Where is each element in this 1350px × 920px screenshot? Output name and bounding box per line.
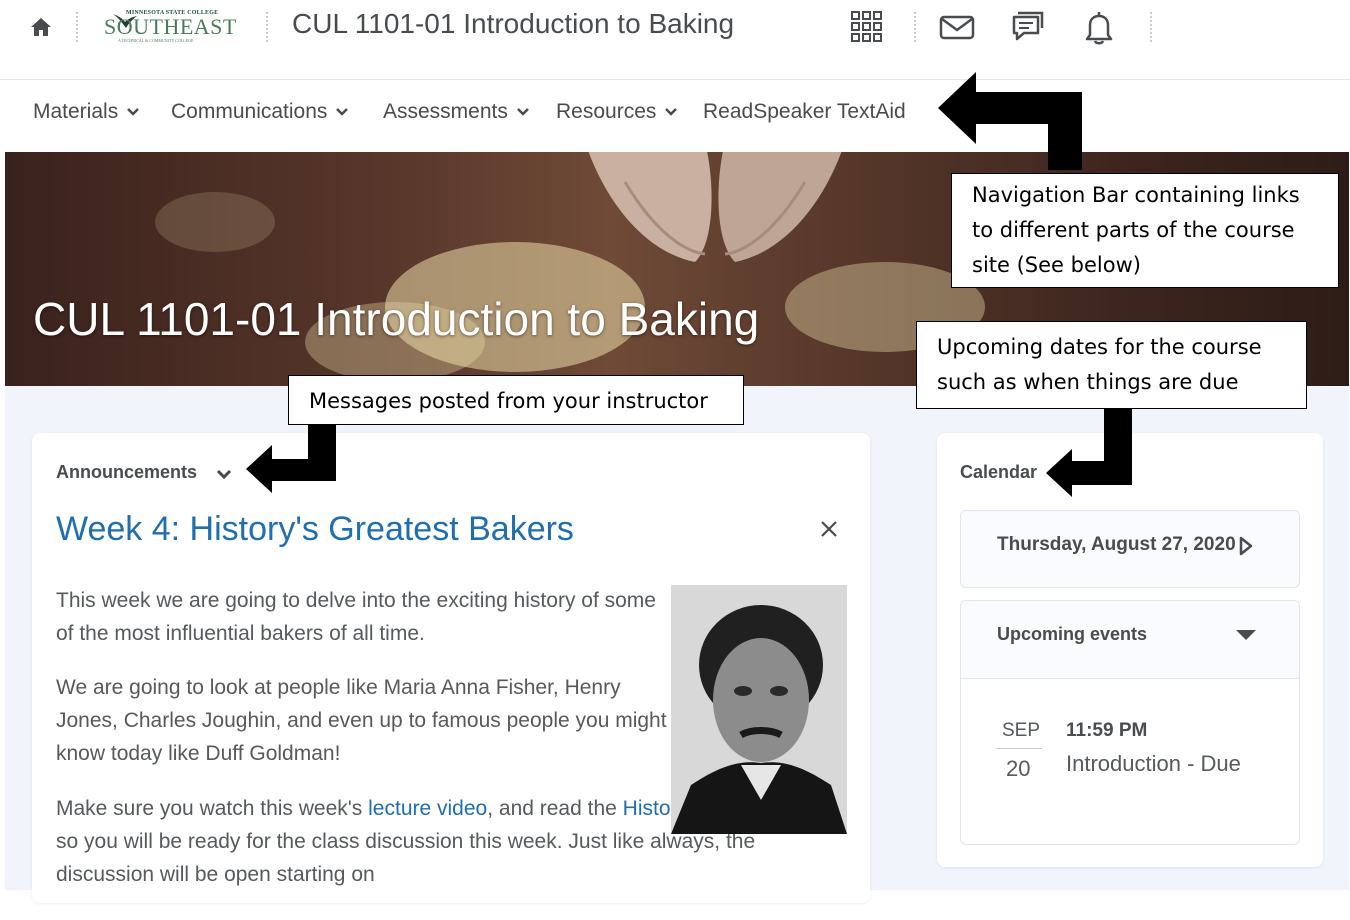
arrow-to-announcements [246,425,336,493]
paragraph-text: so you will be ready for the class discu… [56,830,756,886]
chevron-right-icon[interactable] [1238,535,1254,557]
header-divider [76,12,78,42]
nav-label: Assessments [383,100,508,123]
nav-label: Resources [556,100,657,123]
caret-down-icon[interactable] [1234,628,1258,642]
nav-label: Materials [33,100,119,123]
nav-readspeaker[interactable]: ReadSpeaker TextAid [703,100,906,124]
callout-line: site (See below) [972,253,1141,277]
chevron-down-icon [127,108,140,116]
event-month: SEP [1002,720,1041,741]
announcements-heading: Announcements [56,462,198,482]
chat-icon[interactable] [1008,8,1046,46]
arrow-to-calendar [1046,409,1132,497]
nav-label: ReadSpeaker TextAid [703,100,906,123]
nav-materials[interactable]: Materials [33,100,140,124]
close-icon[interactable] [818,518,840,540]
chevron-down-icon [516,108,529,116]
lecture-video-link[interactable]: lecture video [368,797,487,820]
callout-line: such as when things are due [937,370,1239,394]
header-divider [1150,12,1152,42]
nav-assessments[interactable]: Assessments [383,100,530,124]
callout-line: Upcoming dates for the course [937,335,1262,359]
announcement-paragraph: This week we are going to delve into the… [56,589,656,645]
course-selector-grid-icon[interactable] [848,8,886,46]
bell-icon[interactable] [1080,8,1118,46]
logo-name: SOUTHEAST [104,14,237,39]
chevron-down-icon [665,108,678,116]
event-name[interactable]: Introduction - Due [1066,751,1241,777]
event-date-divider [996,748,1042,749]
calendar-date: Thursday, August 27, 2020 [997,534,1236,555]
callout-line: Navigation Bar containing links [972,183,1300,207]
calendar-heading: Calendar [960,462,1038,482]
banner-hands-image [588,152,842,262]
callout-messages: Messages posted from your instructor [288,375,744,425]
announcement-paragraph: We are going to look at people like Mari… [56,676,667,765]
nav-communications[interactable]: Communications [171,100,349,124]
mail-icon[interactable] [938,8,976,46]
upcoming-events-label: Upcoming events [997,624,1148,644]
college-logo[interactable]: MINNESOTA STATE COLLEGE SOUTHEAST A TECH… [104,6,236,46]
callout-line: to different parts of the course [972,218,1295,242]
logo-tagline: A TECHNICAL & COMMUNITY COLLEGE [118,38,194,43]
banner-title: CUL 1101-01 Introduction to Baking [33,293,760,345]
arrow-to-navbar [938,72,1082,170]
chevron-down-icon [336,108,349,116]
callout-upcoming-dates: Upcoming dates for the course such as wh… [916,321,1307,409]
course-title[interactable]: CUL 1101-01 Introduction to Baking [292,8,734,40]
header-divider [266,12,268,42]
nav-label: Communications [171,100,328,123]
nav-resources[interactable]: Resources [556,100,678,124]
header-divider [914,12,916,42]
announcement-title[interactable]: Week 4: History's Greatest Bakers [56,510,574,549]
callout-line: Messages posted from your instructor [309,389,708,413]
callout-navigation-bar: Navigation Bar containing links to diffe… [951,173,1339,288]
chevron-down-icon[interactable] [214,467,234,481]
event-day: 20 [1006,756,1031,781]
baker-portrait-image [671,585,847,834]
home-icon[interactable] [28,14,54,40]
paragraph-text: , and read the [487,797,623,820]
event-time: 11:59 PM [1066,720,1148,741]
banner-flour [155,192,275,252]
paragraph-text: Make sure you watch this week's [56,797,369,820]
